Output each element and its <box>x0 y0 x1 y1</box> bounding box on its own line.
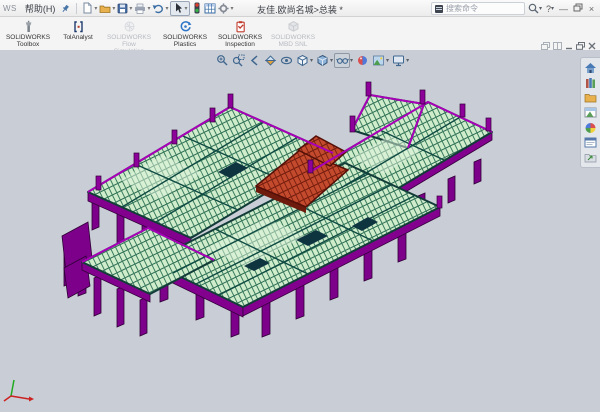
view-orientation-icon[interactable] <box>294 53 310 68</box>
doc-close-icon[interactable] <box>588 42 596 50</box>
table-grid-icon <box>204 3 216 14</box>
rebuild-button[interactable] <box>192 1 202 15</box>
menu-help[interactable]: 帮助(H) <box>25 2 56 15</box>
view-settings-icon[interactable] <box>390 53 406 68</box>
toolbar-separator <box>76 3 77 14</box>
select-tool-button[interactable]: ▾ <box>170 1 190 16</box>
undo-icon <box>152 3 164 14</box>
save-button[interactable]: ▾ <box>117 1 132 15</box>
addin-solidworks-toolbox[interactable]: SOLIDWORKSToolbox <box>0 19 56 48</box>
search-scope-icon <box>435 5 443 13</box>
options-button[interactable]: ▾ <box>218 1 233 15</box>
solidworks-resources-icon[interactable] <box>583 61 598 74</box>
zoom-to-area-icon[interactable] <box>230 53 246 68</box>
view-palette-icon[interactable] <box>583 106 598 119</box>
dynamic-annotation-icon[interactable] <box>278 53 294 68</box>
section-view-icon[interactable] <box>262 53 278 68</box>
help-button[interactable]: ? ▾ <box>546 4 555 14</box>
print-icon <box>134 3 146 14</box>
model-canvas[interactable] <box>0 50 600 412</box>
search-button[interactable]: ▾ <box>528 3 543 14</box>
command-manager-ribbon: SOLIDWORKSToolbox TolAnalyst SOLIDWORKSF… <box>0 17 600 52</box>
traffic-light-icon <box>192 2 202 14</box>
document-title: 友佳.欧尚名城>总装 * <box>257 3 343 16</box>
open-folder-icon <box>99 3 111 14</box>
graphics-viewport[interactable]: ▾ ▾ ▾ ▾ ▾ <box>0 50 600 412</box>
gear-icon <box>218 3 229 14</box>
doc-restore-icon[interactable] <box>576 42 585 50</box>
design-library-icon[interactable] <box>583 76 598 89</box>
toolbox-icon <box>22 20 35 33</box>
pin-menu-icon[interactable] <box>61 4 70 13</box>
addin-tolanalyst[interactable]: TolAnalyst <box>56 19 100 41</box>
inspection-icon <box>234 20 247 33</box>
addin-plastics[interactable]: SOLIDWORKSPlastics <box>158 19 212 48</box>
zoom-to-fit-icon[interactable] <box>214 53 230 68</box>
select-cursor-icon <box>173 2 183 14</box>
file-shortcuts-icon[interactable] <box>583 151 598 164</box>
mbd-icon <box>287 20 300 33</box>
app-logo-fragment: WS <box>3 4 17 13</box>
magnifier-icon <box>528 3 539 14</box>
new-button[interactable]: ▾ <box>82 1 97 15</box>
minimize-button[interactable]: — <box>558 3 569 15</box>
save-icon <box>117 3 128 14</box>
restore-icon <box>573 3 583 12</box>
apply-scene-icon[interactable] <box>370 53 386 68</box>
title-bar: WS 帮助(H) ▾ ▾ ▾ ▾ ▾ ▾ ▾ 友佳.欧尚名城>总装 * 搜索命令 <box>0 0 600 17</box>
flow-simulation-icon <box>123 20 136 33</box>
appearances-scenes-icon[interactable] <box>583 121 598 134</box>
previous-view-icon[interactable] <box>246 53 262 68</box>
heads-up-toolbar: ▾ ▾ ▾ ▾ ▾ <box>214 53 410 68</box>
origin-triad <box>4 380 34 402</box>
doc-minimize-icon[interactable] <box>565 42 573 50</box>
undo-button[interactable]: ▾ <box>152 1 168 15</box>
search-input[interactable]: 搜索命令 <box>431 2 525 15</box>
hide-show-items-icon[interactable] <box>334 53 350 68</box>
cascade-windows-icon[interactable] <box>541 42 550 50</box>
custom-properties-icon[interactable] <box>583 136 598 149</box>
tile-windows-icon[interactable] <box>553 42 562 50</box>
plastics-icon <box>179 20 192 33</box>
close-button[interactable]: × <box>586 3 597 15</box>
display-style-icon[interactable] <box>314 53 330 68</box>
document-window-controls <box>541 41 596 50</box>
tolanalyst-icon <box>72 20 85 33</box>
new-document-icon <box>82 2 93 14</box>
evaluate-table-button[interactable] <box>204 1 216 15</box>
restore-button[interactable] <box>572 3 583 15</box>
print-button[interactable]: ▾ <box>134 1 150 15</box>
addin-inspection[interactable]: SOLIDWORKSInspection <box>212 19 268 48</box>
edit-appearance-icon[interactable] <box>354 53 370 68</box>
file-explorer-icon[interactable] <box>583 91 598 104</box>
open-button[interactable]: ▾ <box>99 1 115 15</box>
search-placeholder: 搜索命令 <box>446 3 478 14</box>
addin-mbd-snl: SOLIDWORKSMBD SNL <box>268 19 318 48</box>
solidworks-window: { "glyphs": { "dropdown": "▾" }, "window… <box>0 0 600 412</box>
task-pane-tab-strip <box>580 57 600 168</box>
